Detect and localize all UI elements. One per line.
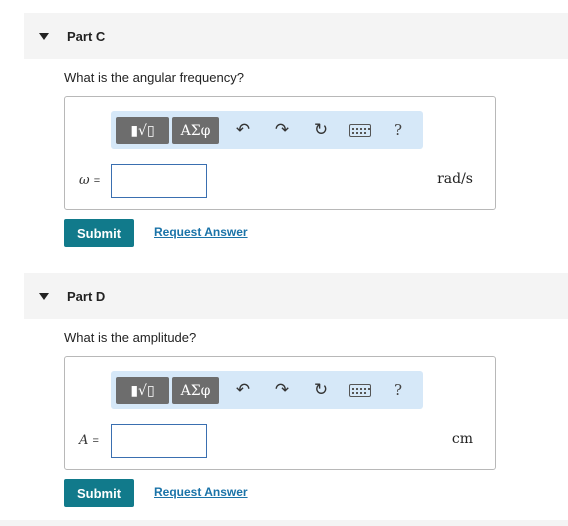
part-title: Part D bbox=[67, 288, 106, 304]
part-title: Part C bbox=[67, 28, 106, 44]
submit-button[interactable]: Submit bbox=[64, 479, 134, 507]
unit-label: cm bbox=[451, 431, 473, 447]
symbols-button[interactable]: ΑΣφ bbox=[172, 377, 219, 404]
request-answer-link[interactable]: Request Answer bbox=[154, 485, 248, 499]
help-icon[interactable]: ? bbox=[388, 379, 408, 401]
variable-symbol: A bbox=[79, 433, 89, 448]
variable-label: A = bbox=[79, 433, 99, 448]
answer-box: ▮√▯ ΑΣφ ↶ ↷ ↻ ? ω = rad/s bbox=[64, 96, 496, 210]
templates-button[interactable]: ▮√▯ bbox=[116, 117, 169, 144]
templates-button[interactable]: ▮√▯ bbox=[116, 377, 169, 404]
symbols-button[interactable]: ΑΣφ bbox=[172, 117, 219, 144]
submit-button[interactable]: Submit bbox=[64, 219, 134, 247]
variable-symbol: ω bbox=[79, 173, 90, 188]
bottom-divider bbox=[0, 520, 568, 526]
collapse-caret-icon[interactable] bbox=[39, 32, 49, 40]
keyboard-icon[interactable] bbox=[348, 379, 372, 401]
collapse-caret-icon[interactable] bbox=[39, 292, 49, 300]
part-c-header[interactable]: Part C bbox=[24, 13, 568, 59]
question-text: What is the amplitude? bbox=[64, 330, 197, 345]
question-text: What is the angular frequency? bbox=[64, 70, 244, 85]
equals-sign: = bbox=[93, 175, 101, 187]
math-toolbar: ▮√▯ ΑΣφ ↶ ↷ ↻ ? bbox=[111, 111, 423, 149]
request-answer-link[interactable]: Request Answer bbox=[154, 225, 248, 239]
equals-sign: = bbox=[92, 435, 99, 447]
help-icon[interactable]: ? bbox=[388, 119, 408, 141]
answer-input[interactable] bbox=[111, 164, 207, 198]
undo-icon[interactable]: ↶ bbox=[233, 379, 253, 401]
unit-label: rad/s bbox=[437, 171, 473, 187]
answer-box: ▮√▯ ΑΣφ ↶ ↷ ↻ ? A = cm bbox=[64, 356, 496, 470]
math-toolbar: ▮√▯ ΑΣφ ↶ ↷ ↻ ? bbox=[111, 371, 423, 409]
undo-icon[interactable]: ↶ bbox=[233, 119, 253, 141]
redo-icon[interactable]: ↷ bbox=[272, 119, 292, 141]
keyboard-icon[interactable] bbox=[348, 119, 372, 141]
part-d-header[interactable]: Part D bbox=[24, 273, 568, 319]
answer-input[interactable] bbox=[111, 424, 207, 458]
variable-label: ω = bbox=[79, 173, 100, 188]
reset-icon[interactable]: ↻ bbox=[311, 119, 331, 141]
redo-icon[interactable]: ↷ bbox=[272, 379, 292, 401]
reset-icon[interactable]: ↻ bbox=[311, 379, 331, 401]
